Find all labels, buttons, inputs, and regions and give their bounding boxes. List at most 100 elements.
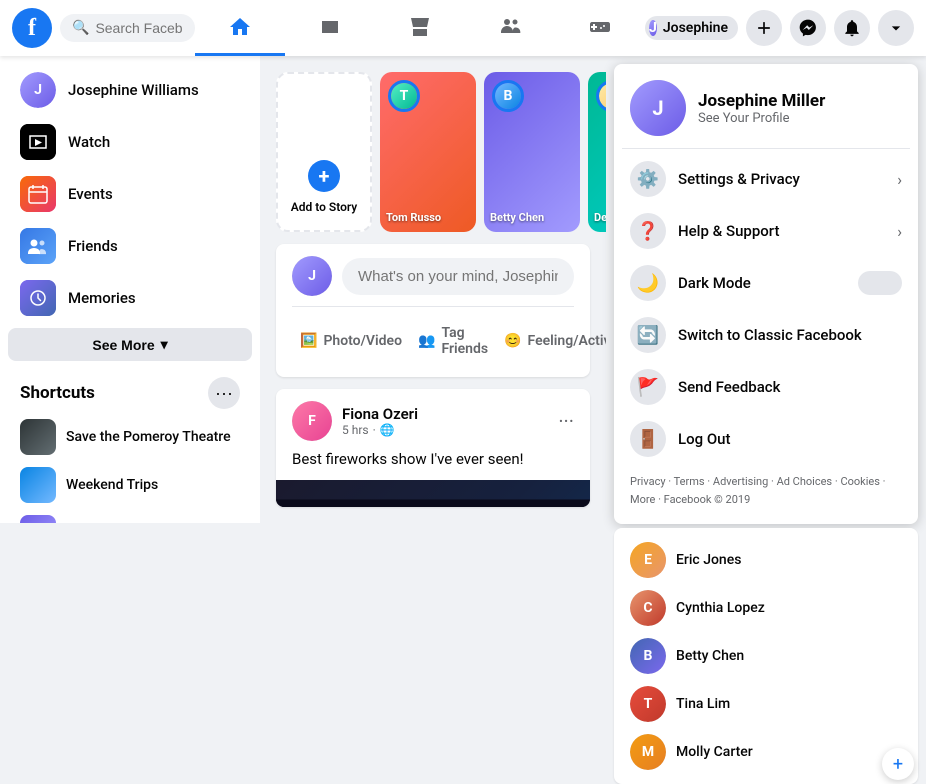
shortcuts-more-btn[interactable]: ··· — [208, 377, 240, 409]
new-message-btn[interactable]: + — [882, 748, 914, 780]
dropdown-footer: Privacy · Terms · Advertising · Ad Choic… — [622, 465, 910, 516]
contact-cynthia[interactable]: C Cynthia Lopez — [622, 584, 910, 632]
contact-name-eric: Eric Jones — [676, 552, 741, 568]
dropdown-help[interactable]: ❓ Help & Support › — [622, 205, 910, 257]
add-button[interactable] — [746, 10, 782, 46]
sidebar-item-memories[interactable]: Memories — [8, 272, 252, 324]
dropdown-darkmode-label: Dark Mode — [678, 274, 846, 292]
nav-user-avatar: J — [649, 20, 657, 36]
post-text: Best fireworks show I've ever seen! — [276, 449, 590, 480]
classic-icon: 🔄 — [630, 317, 666, 353]
post-user-name[interactable]: Fiona Ozeri — [342, 405, 548, 423]
nav-gaming[interactable] — [555, 0, 645, 56]
nav-watch[interactable] — [285, 0, 375, 56]
story-avatar-tom: T — [388, 80, 420, 112]
nav-home[interactable] — [195, 0, 285, 56]
post-tag-label: Tag Friends — [441, 325, 488, 357]
darkmode-toggle[interactable] — [858, 271, 902, 295]
messenger-button[interactable] — [790, 10, 826, 46]
search-input[interactable] — [95, 20, 183, 36]
post-time-sep: · — [373, 423, 376, 437]
story-tom[interactable]: T Tom Russo — [380, 72, 476, 232]
story-betty[interactable]: B Betty Chen — [484, 72, 580, 232]
post-user-info: Fiona Ozeri 5 hrs · 🌐 — [342, 405, 548, 437]
post-image — [276, 480, 590, 507]
account-dropdown-button[interactable] — [878, 10, 914, 46]
contact-name-molly: Molly Carter — [676, 744, 753, 760]
nav-username: Josephine — [663, 20, 728, 36]
post-input[interactable] — [342, 258, 574, 295]
sidebar-item-events[interactable]: Events — [8, 168, 252, 220]
fb-logo[interactable]: f — [12, 8, 52, 48]
sidebar-item-friends[interactable]: Friends — [8, 220, 252, 272]
post-feeling-btn[interactable]: 😊 Feeling/Activity — [496, 317, 606, 365]
dropdown-settings[interactable]: ⚙️ Settings & Privacy › — [622, 153, 910, 205]
shortcut-weekend[interactable]: Weekend Trips — [8, 461, 252, 509]
see-more-label: See More — [92, 337, 154, 353]
post-options-btn[interactable]: ··· — [558, 409, 574, 433]
sidebar-see-more-btn[interactable]: See More ▾ — [8, 328, 252, 361]
sidebar-user-avatar: J — [20, 72, 56, 108]
post-fiona-avatar: F — [292, 401, 332, 441]
nav-user-profile[interactable]: J Josephine — [645, 16, 738, 40]
events-icon — [20, 176, 56, 212]
dropdown-classic[interactable]: 🔄 Switch to Classic Facebook — [622, 309, 910, 361]
logout-icon: 🚪 — [630, 421, 666, 457]
story-avatar-dennis: D — [596, 80, 606, 112]
dropdown-feedback-label: Send Feedback — [678, 378, 902, 396]
post-time: 5 hrs — [342, 423, 369, 437]
sidebar-memories-label: Memories — [68, 289, 136, 307]
dropdown-logout[interactable]: 🚪 Log Out — [622, 413, 910, 465]
post-input-row: J — [292, 256, 574, 296]
help-arrow-icon: › — [897, 222, 902, 241]
fb-logo-letter: f — [28, 15, 36, 42]
dropdown-logout-label: Log Out — [678, 430, 902, 448]
shortcut-label-pomeroy: Save the Pomeroy Theatre — [66, 429, 231, 445]
sidebar-watch-label: Watch — [68, 133, 110, 151]
contact-name-betty: Betty Chen — [676, 648, 744, 664]
post-photo-btn[interactable]: 🖼️ Photo/Video — [292, 317, 410, 365]
nav-groups[interactable] — [465, 0, 555, 56]
post-header: F Fiona Ozeri 5 hrs · 🌐 ··· — [276, 389, 590, 449]
sidebar-friends-label: Friends — [68, 237, 118, 255]
shortcut-jasper[interactable]: Jasper's Market — [8, 509, 252, 523]
post-tag-btn[interactable]: 👥 Tag Friends — [410, 317, 496, 365]
post-meta: 5 hrs · 🌐 — [342, 423, 548, 437]
tag-icon: 👥 — [418, 333, 435, 349]
memories-icon — [20, 280, 56, 316]
post-user-avatar: J — [292, 256, 332, 296]
shortcut-pomeroy[interactable]: Save the Pomeroy Theatre — [8, 413, 252, 461]
sidebar: J Josephine Williams Watch Events Friend… — [0, 56, 260, 523]
shortcut-thumb-jasper — [20, 515, 56, 523]
add-story-icon: + — [308, 160, 340, 192]
contact-tina[interactable]: T Tina Lim — [622, 680, 910, 728]
story-add[interactable]: + Add to Story — [276, 72, 372, 232]
contact-betty[interactable]: B Betty Chen — [622, 632, 910, 680]
shortcut-label-weekend: Weekend Trips — [66, 477, 158, 493]
account-dropdown: J Josephine Miller See Your Profile ⚙️ S… — [614, 64, 918, 524]
sidebar-item-watch[interactable]: Watch — [8, 116, 252, 168]
nav-marketplace[interactable] — [375, 0, 465, 56]
story-dennis[interactable]: D Dennis Han — [588, 72, 606, 232]
dropdown-darkmode[interactable]: 🌙 Dark Mode — [622, 257, 910, 309]
contact-eric[interactable]: E Eric Jones — [622, 536, 910, 584]
right-panel: J Josephine Miller See Your Profile ⚙️ S… — [606, 56, 926, 523]
chevron-down-icon: ▾ — [161, 336, 168, 353]
feeling-icon: 😊 — [504, 333, 521, 349]
dropdown-profile[interactable]: J Josephine Miller See Your Profile — [622, 72, 910, 144]
notifications-button[interactable] — [834, 10, 870, 46]
shortcuts-header: Shortcuts ··· — [8, 369, 252, 413]
settings-icon: ⚙️ — [630, 161, 666, 197]
photo-icon: 🖼️ — [300, 333, 317, 349]
dropdown-feedback[interactable]: 🚩 Send Feedback — [622, 361, 910, 413]
sidebar-user-profile[interactable]: J Josephine Williams — [8, 64, 252, 116]
add-story-label: Add to Story — [291, 200, 358, 214]
dropdown-profile-avatar: J — [630, 80, 686, 136]
globe-icon: 🌐 — [380, 423, 395, 437]
friends-icon — [20, 228, 56, 264]
contact-avatar-tina: T — [630, 686, 666, 722]
search-bar[interactable]: 🔍 — [60, 14, 195, 42]
post-actions: 🖼️ Photo/Video 👥 Tag Friends 😊 Feeling/A… — [292, 306, 574, 365]
settings-arrow-icon: › — [897, 170, 902, 189]
contact-molly[interactable]: M Molly Carter + — [622, 728, 910, 776]
